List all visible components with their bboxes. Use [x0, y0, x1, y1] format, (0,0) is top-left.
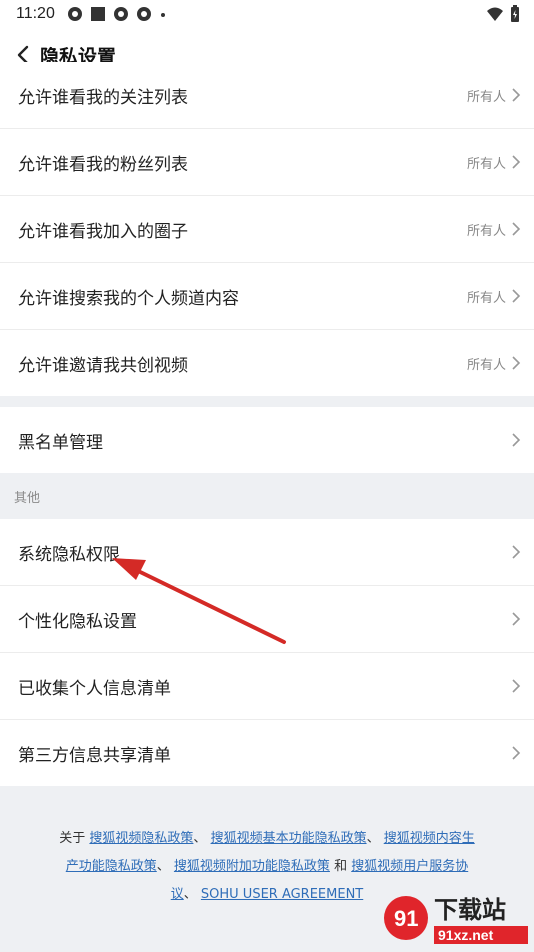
blacklist-row[interactable]: 黑名单管理 — [0, 407, 534, 473]
footer-separator: 、 — [366, 831, 384, 846]
watermark-logo: 91 下载站 91xz.net — [382, 888, 530, 948]
footer-line: 关于 搜狐视频隐私政策、 搜狐视频基本功能隐私政策、 搜狐视频内容生 — [0, 825, 534, 853]
notification-app-icon — [137, 7, 151, 21]
footer-prefix: 关于 — [59, 831, 90, 846]
other-settings-list: 系统隐私权限 个性化隐私设置 已收集个人信息清单 第三方信息共享清单 — [0, 519, 534, 786]
content-production-policy-link-cont[interactable]: 产功能隐私政策 — [66, 859, 157, 874]
user-service-agreement-link-cont[interactable]: 议 — [171, 887, 184, 902]
row-value: 所有人 — [466, 290, 506, 306]
privacy-row-followers[interactable]: 允许谁看我的粉丝列表 所有人 — [0, 129, 534, 196]
watermark-domain: 91xz.net — [438, 927, 494, 943]
chevron-right-icon — [512, 679, 521, 693]
footer-separator: 、 — [183, 887, 201, 902]
row-value: 所有人 — [466, 89, 506, 105]
row-value: 所有人 — [466, 156, 506, 172]
row-label: 允许谁邀请我共创视频 — [18, 355, 188, 376]
footer-line: 产功能隐私政策、 搜狐视频附加功能隐私政策 和 搜狐视频用户服务协 — [0, 853, 534, 881]
basic-function-policy-link[interactable]: 搜狐视频基本功能隐私政策 — [211, 831, 367, 846]
chevron-right-icon — [512, 222, 521, 236]
battery-icon — [511, 5, 519, 22]
user-service-agreement-link[interactable]: 搜狐视频用户服务协 — [351, 859, 468, 874]
chevron-right-icon — [512, 433, 521, 447]
row-label: 个性化隐私设置 — [18, 611, 137, 632]
chevron-right-icon — [512, 612, 521, 626]
privacy-row-search-channel[interactable]: 允许谁搜索我的个人频道内容 所有人 — [0, 263, 534, 330]
system-privacy-permissions-row[interactable]: 系统隐私权限 — [0, 519, 534, 586]
row-label: 黑名单管理 — [18, 432, 103, 453]
notification-icons — [67, 6, 167, 22]
row-label: 允许谁看我的关注列表 — [18, 87, 188, 108]
system-icons — [486, 5, 520, 23]
privacy-row-following[interactable]: 允许谁看我的关注列表 所有人 — [0, 62, 534, 129]
chevron-right-icon — [512, 356, 521, 370]
privacy-row-circles[interactable]: 允许谁看我加入的圈子 所有人 — [0, 196, 534, 263]
section-label: 其他 — [14, 491, 41, 506]
sohu-user-agreement-link[interactable]: SOHU USER AGREEMENT — [201, 887, 363, 902]
privacy-visibility-list: 允许谁看我的关注列表 所有人 允许谁看我的粉丝列表 所有人 允许谁看我加入的圈子… — [0, 62, 534, 396]
watermark-text: 下载站 — [434, 896, 506, 924]
additional-function-policy-link[interactable]: 搜狐视频附加功能隐私政策 — [174, 859, 330, 874]
chevron-right-icon — [512, 88, 521, 102]
notification-dot-icon — [161, 13, 165, 17]
notification-app-icon — [114, 7, 128, 21]
row-label: 系统隐私权限 — [18, 544, 120, 565]
status-time: 11:20 — [16, 5, 55, 22]
chevron-right-icon — [512, 746, 521, 760]
third-party-sharing-row[interactable]: 第三方信息共享清单 — [0, 720, 534, 786]
row-label: 已收集个人信息清单 — [18, 678, 171, 699]
chevron-right-icon — [512, 545, 521, 559]
row-label: 第三方信息共享清单 — [18, 745, 171, 766]
collected-info-list-row[interactable]: 已收集个人信息清单 — [0, 653, 534, 720]
footer-and: 和 — [329, 859, 352, 874]
footer-separator: 、 — [193, 831, 211, 846]
chevron-right-icon — [512, 155, 521, 169]
notification-square-icon — [91, 7, 105, 21]
notification-app-icon — [68, 7, 82, 21]
content-production-policy-link[interactable]: 搜狐视频内容生 — [384, 831, 475, 846]
section-header-other: 其他 — [0, 473, 534, 519]
footer-separator: 、 — [156, 859, 174, 874]
svg-text:91: 91 — [394, 906, 418, 931]
privacy-policy-link[interactable]: 搜狐视频隐私政策 — [89, 831, 193, 846]
row-value: 所有人 — [466, 357, 506, 373]
chevron-right-icon — [512, 289, 521, 303]
row-label: 允许谁看我的粉丝列表 — [18, 154, 188, 175]
row-value: 所有人 — [466, 223, 506, 239]
row-label: 允许谁看我加入的圈子 — [18, 221, 188, 242]
row-label: 允许谁搜索我的个人频道内容 — [18, 288, 239, 309]
blacklist-group: 黑名单管理 — [0, 407, 534, 473]
status-bar: 11:20 — [0, 0, 534, 30]
watermark-icon: 91 下载站 91xz.net — [384, 896, 528, 944]
privacy-row-co-create[interactable]: 允许谁邀请我共创视频 所有人 — [0, 330, 534, 396]
wifi-icon — [487, 7, 503, 21]
personalized-privacy-row[interactable]: 个性化隐私设置 — [0, 586, 534, 653]
